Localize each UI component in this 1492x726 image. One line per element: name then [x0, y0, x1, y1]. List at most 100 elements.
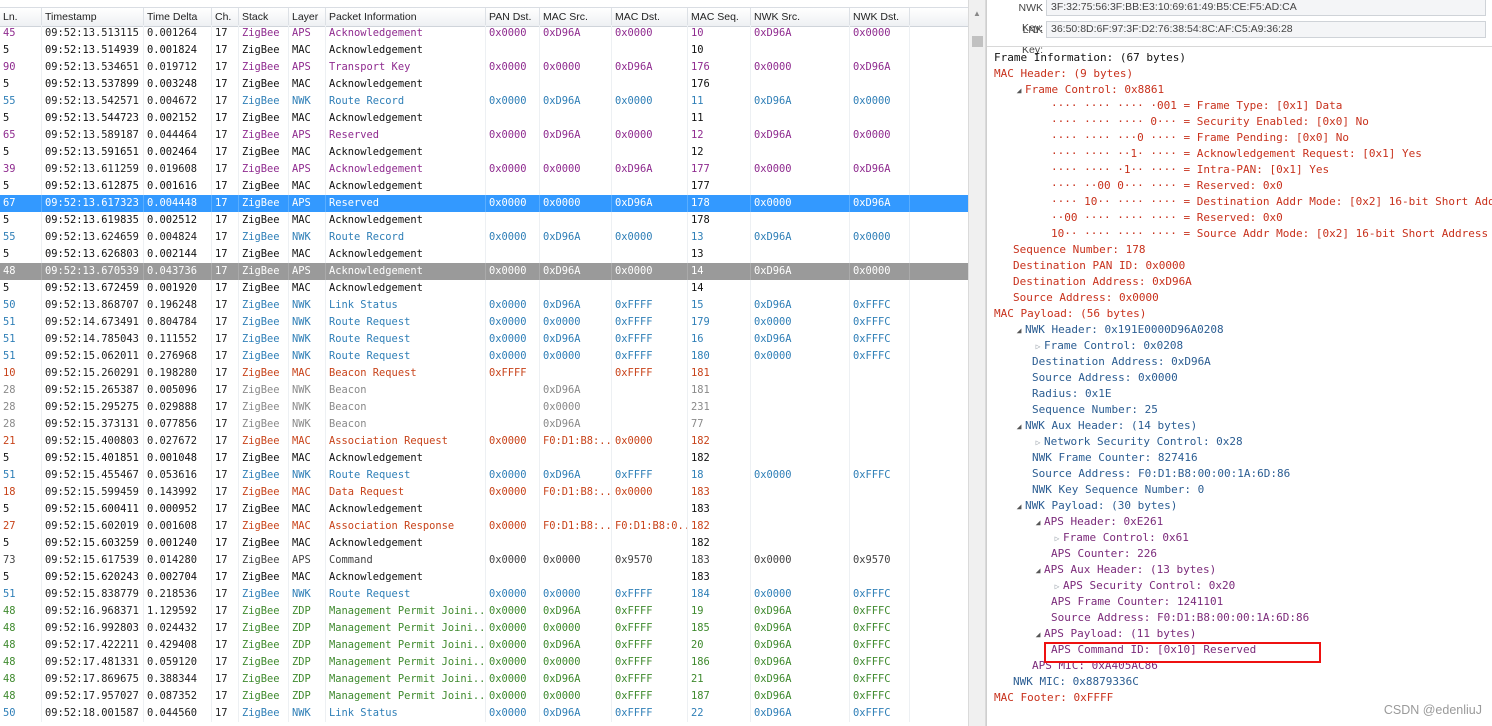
packet-row[interactable]: 51 09:52:15.455467 0.053616 17 ZigBee NWK Rout… — [0, 467, 968, 484]
packet-row[interactable]: 39 09:52:13.611259 0.019608 17 ZigBee APS Ackn… — [0, 161, 968, 178]
packet-row[interactable]: 51 09:52:15.838779 0.218536 17 ZigBee NWK Rout… — [0, 586, 968, 603]
packet-row[interactable]: 45 09:52:13.513115 0.001264 17 ZigBee APS Ackn… — [0, 25, 968, 42]
packet-row[interactable]: 65 09:52:13.589187 0.044464 17 ZigBee APS Rese… — [0, 127, 968, 144]
cell-packet-info: Route Request — [326, 331, 486, 348]
tree-node-text: APS MIC: 0xA405AC86 — [1032, 659, 1158, 672]
packet-row[interactable]: 27 09:52:15.602019 0.001608 17 ZigBee MAC Asso… — [0, 518, 968, 535]
cell-time-delta: 0.001264 — [144, 25, 212, 42]
cell-channel: 17 — [212, 212, 239, 229]
packet-row[interactable]: 18 09:52:15.599459 0.143992 17 ZigBee MAC Data… — [0, 484, 968, 501]
cell-stack: ZigBee — [239, 552, 289, 569]
tree-node[interactable]: ▷ Frame Control: 0x61 — [1051, 530, 1189, 546]
expanded-toggle-icon[interactable]: ◢ — [1032, 563, 1044, 579]
expanded-toggle-icon[interactable]: ◢ — [1032, 515, 1044, 531]
tree-node[interactable]: ◢ NWK Header: 0x191E0000D96A0208 — [1013, 322, 1224, 338]
header-col-layer[interactable]: Layer — [289, 8, 326, 26]
expanded-toggle-icon[interactable]: ◢ — [1013, 83, 1025, 99]
packet-row[interactable]: 67 09:52:13.617323 0.004448 17 ZigBee APS Rese… — [0, 195, 968, 212]
cell-pan-dst — [486, 569, 540, 586]
cell-nwk-src: 0xD96A — [751, 331, 850, 348]
packet-row[interactable]: 28 09:52:15.265387 0.005096 17 ZigBee NWK Beac… — [0, 382, 968, 399]
packet-row[interactable]: 28 09:52:15.295275 0.029888 17 ZigBee NWK Beac… — [0, 399, 968, 416]
packet-row[interactable]: 50 09:52:18.001587 0.044560 17 ZigBee NWK Link… — [0, 705, 968, 722]
lnk-key-field[interactable]: 36:50:8D:6F:97:3F:D2:76:38:54:8C:AF:C5:A… — [1046, 21, 1486, 38]
nwk-key-field[interactable]: 3F:32:75:56:3F:BB:E3:10:69:61:49:B5:CE:F… — [1046, 0, 1486, 16]
cell-nwk-dst — [850, 433, 910, 450]
cell-stack: ZigBee — [239, 620, 289, 637]
collapsed-toggle-icon[interactable]: ▷ — [1032, 339, 1044, 355]
packet-row[interactable]: 48 09:52:16.968371 1.129592 17 ZigBee ZDP Mana… — [0, 603, 968, 620]
tree-node[interactable]: ◢ APS Header: 0xE261 — [1032, 514, 1164, 531]
tree-node[interactable]: ◢ Frame Control: 0x8861 — [1013, 82, 1165, 99]
packet-row[interactable]: 5 09:52:15.600411 0.000952 17 ZigBee MAC Ackno… — [0, 501, 968, 518]
collapsed-toggle-icon[interactable]: ▷ — [1051, 579, 1063, 595]
cell-timestamp: 09:52:16.968371 — [42, 603, 144, 620]
header-col-timestamp[interactable]: Timestamp — [42, 8, 144, 26]
packet-row[interactable]: 48 09:52:13.670539 0.043736 17 ZigBee APS Ackn… — [0, 263, 968, 280]
scrollbar-thumb[interactable] — [972, 36, 983, 47]
tree-node[interactable]: ◢ APS Aux Header: (13 bytes) — [1032, 562, 1217, 579]
header-col-nwk-dst[interactable]: NWK Dst. — [850, 8, 910, 26]
tree-node: Sequence Number: 25 — [1032, 402, 1158, 418]
cell-mac-src — [540, 42, 612, 59]
header-col-ln[interactable]: Ln. — [0, 8, 42, 26]
tree-node-text: ···· 10·· ···· ···· = Destination Addr M… — [1051, 195, 1492, 208]
expanded-toggle-icon[interactable]: ◢ — [1013, 499, 1025, 515]
tree-node: APS MIC: 0xA405AC86 — [1032, 658, 1158, 674]
tree-node[interactable]: ◢ APS Payload: (11 bytes) — [1032, 626, 1197, 643]
packet-row[interactable]: 55 09:52:13.542571 0.004672 17 ZigBee NWK Rout… — [0, 93, 968, 110]
packet-row[interactable]: 5 09:52:13.514939 0.001824 17 ZigBee MAC Ackno… — [0, 42, 968, 59]
header-col-nwk-src[interactable]: NWK Src. — [751, 8, 850, 26]
packet-row[interactable]: 5 09:52:13.591651 0.002464 17 ZigBee MAC Ackno… — [0, 144, 968, 161]
packet-row[interactable]: 48 09:52:17.957027 0.087352 17 ZigBee ZDP Mana… — [0, 688, 968, 705]
expanded-toggle-icon[interactable]: ◢ — [1013, 419, 1025, 435]
tree-node[interactable]: ▷ Network Security Control: 0x28 — [1032, 434, 1243, 450]
packet-row[interactable]: 90 09:52:13.534651 0.019712 17 ZigBee APS Tran… — [0, 59, 968, 76]
packet-row[interactable]: 21 09:52:15.400803 0.027672 17 ZigBee MAC Asso… — [0, 433, 968, 450]
tree-node[interactable]: ▷ Frame Control: 0x0208 — [1032, 338, 1184, 355]
packet-row[interactable]: 51 09:52:14.673491 0.804784 17 ZigBee NWK Rout… — [0, 314, 968, 331]
packet-row[interactable]: 48 09:52:17.869675 0.388344 17 ZigBee ZDP Mana… — [0, 671, 968, 688]
scroll-up-icon[interactable]: ▲ — [972, 9, 982, 19]
header-col-mac-dst[interactable]: MAC Dst. — [612, 8, 688, 26]
packet-row[interactable]: 5 09:52:15.603259 0.001240 17 ZigBee MAC Ackno… — [0, 535, 968, 552]
packet-row[interactable]: 5 09:52:15.620243 0.002704 17 ZigBee MAC Ackno… — [0, 569, 968, 586]
header-col-channel[interactable]: Ch. — [212, 8, 239, 26]
packet-row[interactable]: 48 09:52:17.422211 0.429408 17 ZigBee ZDP Mana… — [0, 637, 968, 654]
cell-nwk-src: 0xD96A — [751, 705, 850, 722]
tree-node[interactable]: ▷ APS Security Control: 0x20 — [1051, 578, 1236, 595]
tree-node[interactable]: ◢ NWK Aux Header: (14 bytes) — [1013, 418, 1198, 435]
packet-row[interactable]: 5 09:52:13.672459 0.001920 17 ZigBee MAC Ackno… — [0, 280, 968, 297]
header-col-packet-info[interactable]: Packet Information — [326, 8, 486, 26]
header-col-mac-seq[interactable]: MAC Seq. — [688, 8, 751, 26]
packet-row[interactable]: 5 09:52:13.626803 0.002144 17 ZigBee MAC Ackno… — [0, 246, 968, 263]
header-col-time-delta[interactable]: Time Delta — [144, 8, 212, 26]
nwk-key-row: NWK Key: 3F:32:75:56:3F:BB:E3:10:69:61:4… — [987, 0, 1492, 34]
packet-row[interactable]: 28 09:52:15.373131 0.077856 17 ZigBee NWK Beac… — [0, 416, 968, 433]
packet-row[interactable]: 48 09:52:17.481331 0.059120 17 ZigBee ZDP Mana… — [0, 654, 968, 671]
packet-row[interactable]: 73 09:52:15.617539 0.014280 17 ZigBee APS Comm… — [0, 552, 968, 569]
packet-row[interactable]: 51 09:52:15.062011 0.276968 17 ZigBee NWK Rout… — [0, 348, 968, 365]
header-col-stack[interactable]: Stack — [239, 8, 289, 26]
packet-row[interactable]: 10 09:52:15.260291 0.198280 17 ZigBee MAC Beac… — [0, 365, 968, 382]
tree-node[interactable]: ◢ NWK Payload: (30 bytes) — [1013, 498, 1178, 515]
expanded-toggle-icon[interactable]: ◢ — [1032, 627, 1044, 643]
header-col-mac-src[interactable]: MAC Src. — [540, 8, 612, 26]
packet-row[interactable]: 5 09:52:15.401851 0.001048 17 ZigBee MAC Ackno… — [0, 450, 968, 467]
collapsed-toggle-icon[interactable]: ▷ — [1051, 531, 1063, 547]
vertical-scrollbar[interactable]: ▲ — [968, 0, 986, 726]
tree-node: Frame Information: (67 bytes) — [994, 50, 1186, 66]
packet-row[interactable]: 5 09:52:13.544723 0.002152 17 ZigBee MAC Ackno… — [0, 110, 968, 127]
expanded-toggle-icon[interactable]: ◢ — [1013, 323, 1025, 339]
packet-row[interactable]: 5 09:52:13.619835 0.002512 17 ZigBee MAC Ackno… — [0, 212, 968, 229]
packet-row[interactable]: 51 09:52:14.785043 0.111552 17 ZigBee NWK Rout… — [0, 331, 968, 348]
packet-row[interactable]: 5 09:52:13.612875 0.001616 17 ZigBee MAC Ackno… — [0, 178, 968, 195]
cell-timestamp: 09:52:13.544723 — [42, 110, 144, 127]
collapsed-toggle-icon[interactable]: ▷ — [1032, 435, 1044, 451]
header-col-pan-dst[interactable]: PAN Dst. — [486, 8, 540, 26]
cell-packet-info: Link Status — [326, 705, 486, 722]
packet-row[interactable]: 55 09:52:13.624659 0.004824 17 ZigBee NWK Rout… — [0, 229, 968, 246]
packet-row[interactable]: 5 09:52:13.537899 0.003248 17 ZigBee MAC Ackno… — [0, 76, 968, 93]
packet-row[interactable]: 48 09:52:16.992803 0.024432 17 ZigBee ZDP Mana… — [0, 620, 968, 637]
packet-row[interactable]: 50 09:52:13.868707 0.196248 17 ZigBee NWK Link… — [0, 297, 968, 314]
